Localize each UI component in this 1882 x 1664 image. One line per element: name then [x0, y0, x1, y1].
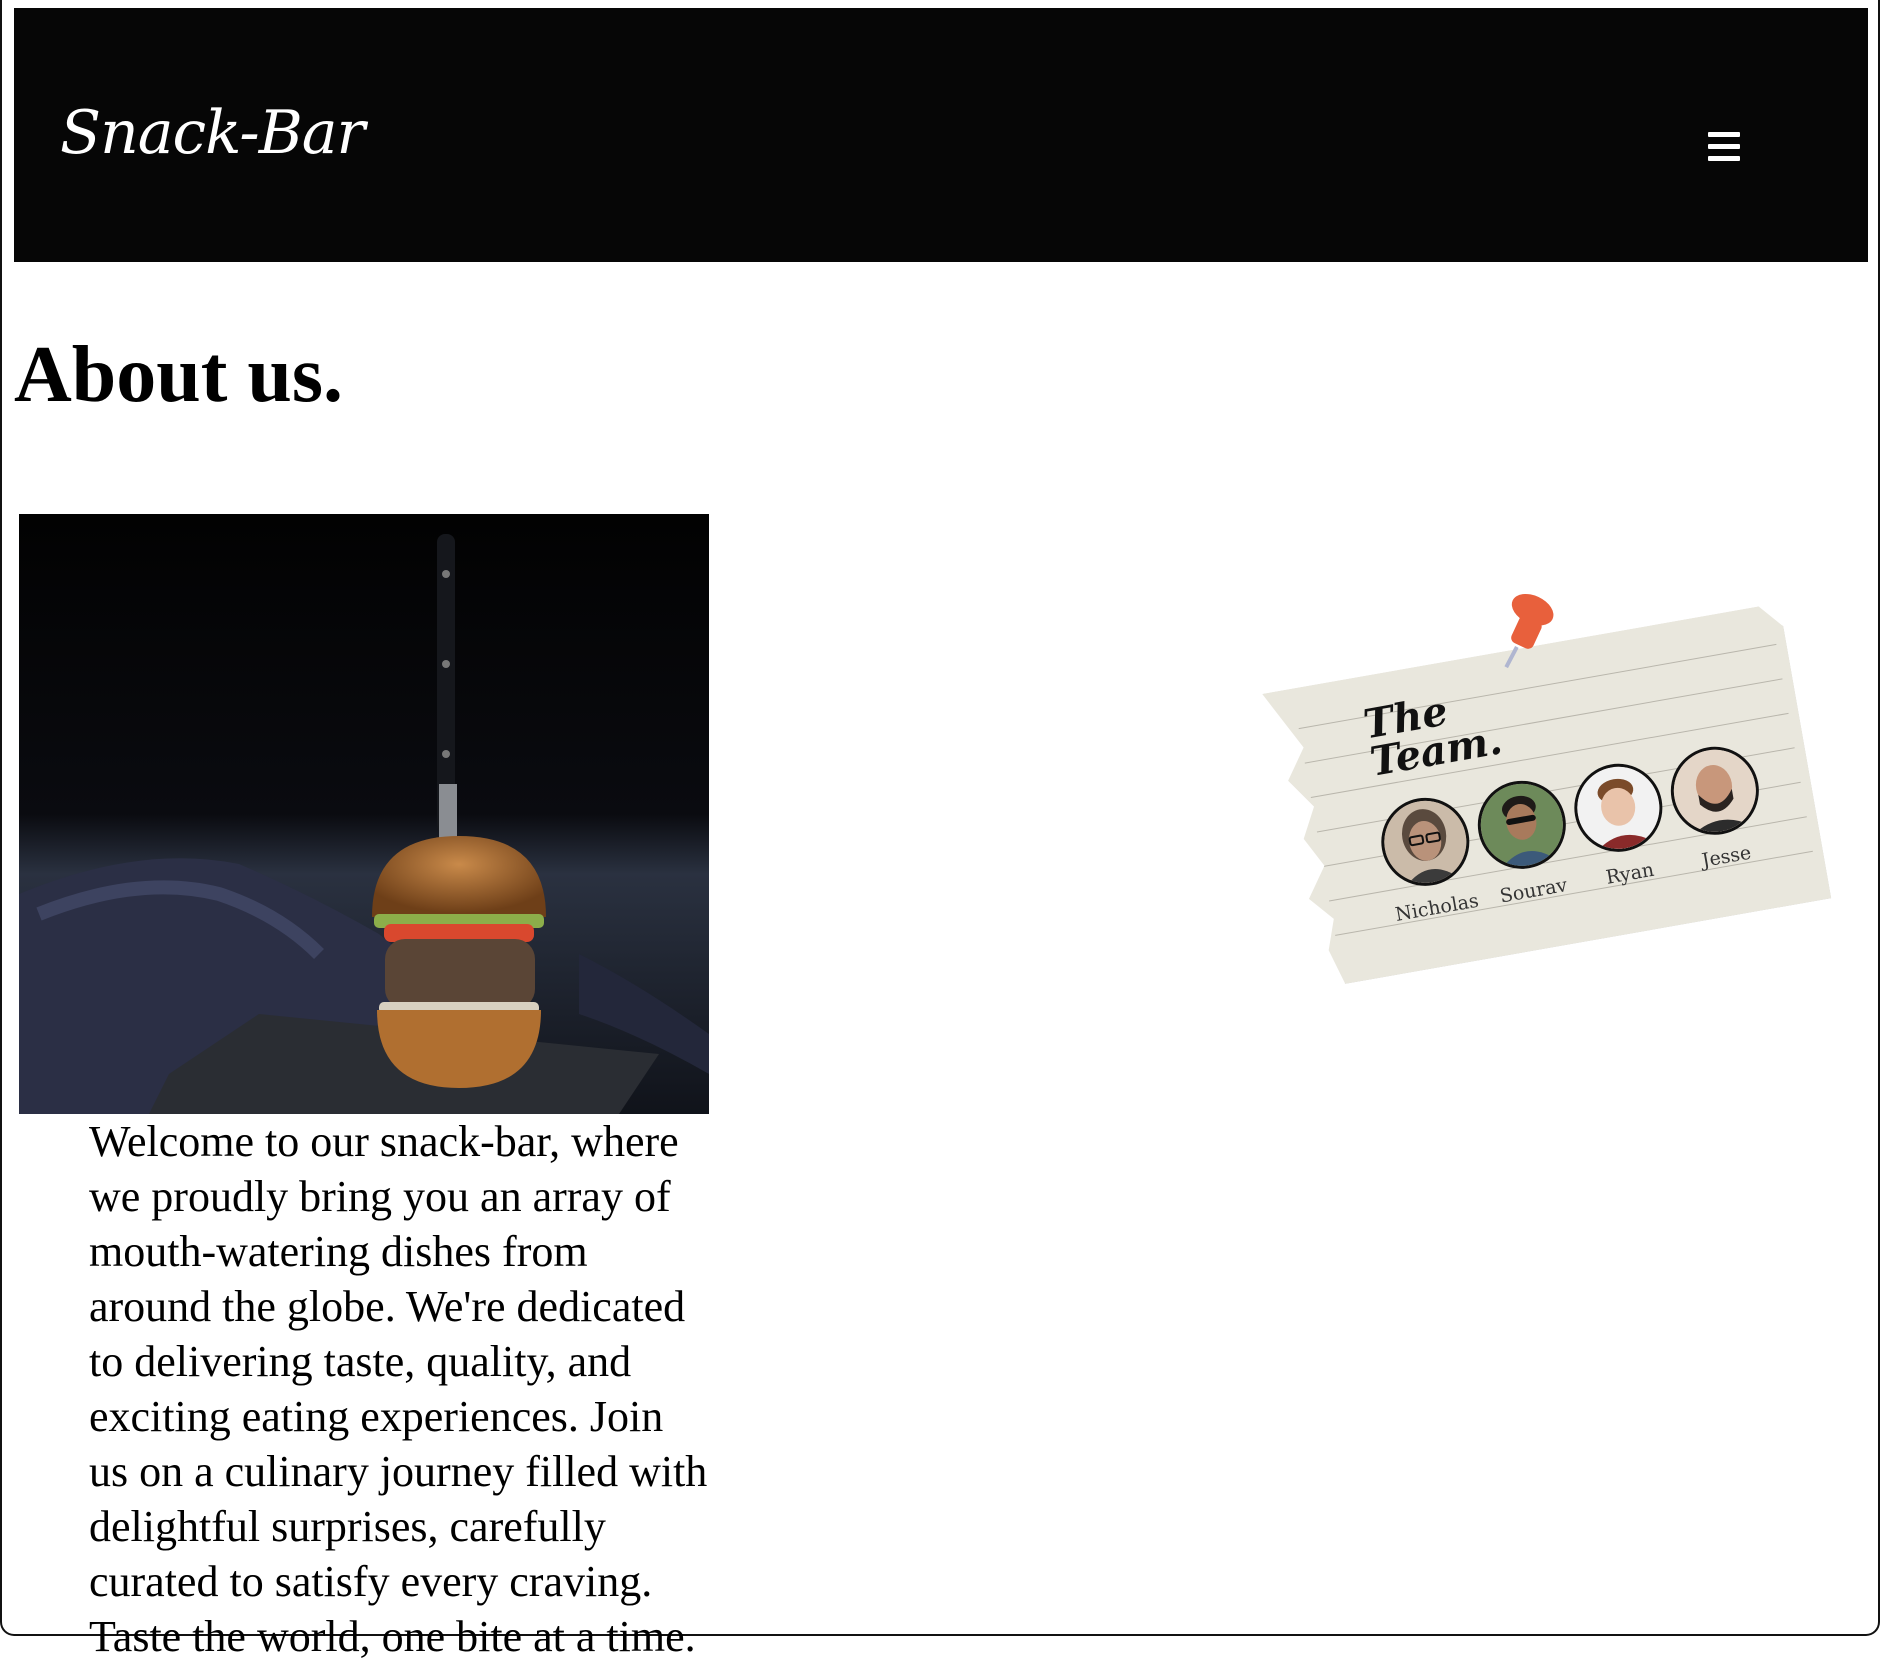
avatar — [1374, 790, 1477, 893]
burger-image — [19, 514, 709, 1114]
avatar — [1663, 739, 1766, 842]
hamburger-menu-icon[interactable] — [1694, 120, 1754, 172]
page-title: About us. — [14, 331, 344, 419]
menu-bar — [1708, 143, 1740, 149]
intro-text: Welcome to our snack-bar, where we proud… — [89, 1117, 708, 1661]
top-navbar: Snack-Bar — [14, 8, 1868, 262]
about-section: Welcome to our snack-bar, where we proud… — [19, 500, 709, 1664]
brand-logo[interactable]: Snack-Bar — [60, 98, 365, 168]
menu-bar — [1708, 131, 1740, 137]
avatar — [1567, 756, 1670, 859]
avatar — [1470, 773, 1573, 876]
menu-bar — [1708, 155, 1740, 161]
burger-photo — [19, 514, 709, 1114]
pushpin-icon — [1483, 580, 1578, 687]
